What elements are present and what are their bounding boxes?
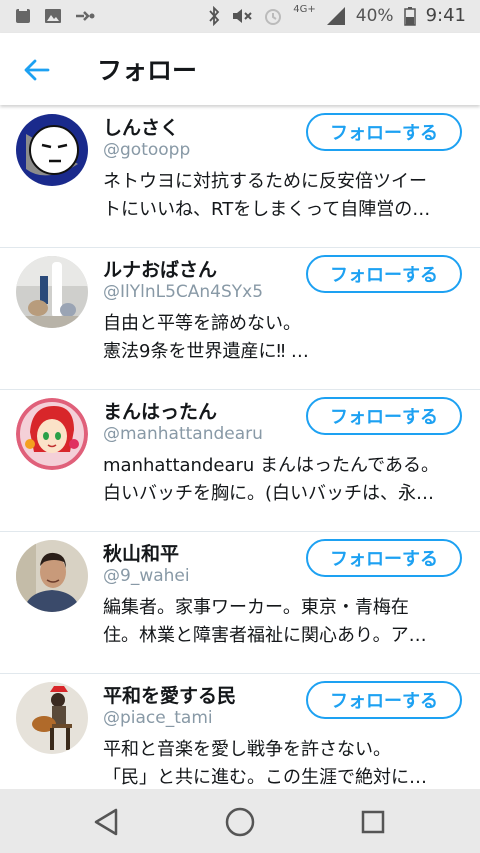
user-row[interactable]: まんはったん @manhattandearu manhattandearu まん… — [0, 390, 480, 532]
user-row[interactable]: ルナおばさん @IlYlnL5CAn4SYx5 自由と平等を諦めない。 憲法9条… — [0, 248, 480, 390]
user-handle: @manhattandearu — [103, 424, 263, 444]
notification-clipboard-icon — [16, 8, 30, 23]
bluetooth-icon — [209, 5, 220, 26]
clock: 9:41 — [425, 5, 466, 26]
follow-button[interactable]: フォローする — [306, 255, 462, 293]
follow-button[interactable]: フォローする — [306, 113, 462, 151]
user-row[interactable]: しんさく @gotoopp ネトウヨに対抗するために反安倍ツイー トにいいね、R… — [0, 106, 480, 248]
page-title: フォロー — [97, 56, 198, 85]
user-name: まんはったん — [103, 401, 218, 423]
avatar[interactable] — [16, 682, 88, 754]
bio-line: 白いバッチを胸に。(白いバッチは、永… — [103, 483, 435, 504]
user-bio: 自由と平等を諦めない。 憲法9条を世界遺産に‼ … — [103, 310, 463, 366]
notification-dots-icon — [76, 11, 95, 21]
battery-icon — [403, 6, 416, 26]
user-name: 秋山和平 — [103, 543, 180, 565]
follow-button[interactable]: フォローする — [306, 397, 462, 435]
avatar[interactable] — [16, 540, 88, 612]
notification-image-icon — [45, 9, 61, 23]
signal-icon — [326, 6, 345, 25]
nav-recents-icon[interactable] — [356, 805, 390, 839]
avatar[interactable] — [16, 398, 88, 470]
alarm-icon — [265, 8, 282, 25]
bio-line: 住。林業と障害者福祉に関心あり。ア… — [103, 625, 427, 646]
following-list: しんさく @gotoopp ネトウヨに対抗するために反安倍ツイー トにいいね、R… — [0, 106, 480, 789]
bio-line: 平和と音楽を愛し戦争を許さない。 — [103, 739, 391, 760]
bio-line: ネトウヨに対抗するために反安倍ツイー — [103, 171, 427, 192]
user-handle: @IlYlnL5CAn4SYx5 — [103, 282, 264, 302]
bio-line: 「民」と共に進む。この生涯で絶対に… — [103, 767, 427, 788]
follow-button[interactable]: フォローする — [306, 539, 462, 577]
user-bio: 編集者。家事ワーカー。東京・青梅在 住。林業と障害者福祉に関心あり。ア… — [103, 594, 463, 650]
user-row[interactable]: 平和を愛する民 @piace_tami 平和と音楽を愛し戦争を許さない。 「民」… — [0, 674, 480, 789]
user-name: しんさく — [103, 117, 180, 139]
network-type: 4G+ — [293, 4, 316, 15]
nav-back-icon[interactable] — [90, 805, 124, 839]
system-nav-bar — [0, 789, 480, 853]
user-name: ルナおばさん — [103, 259, 218, 281]
bio-line: 憲法9条を世界遺産に‼ … — [103, 341, 309, 362]
back-arrow-icon[interactable] — [22, 55, 52, 85]
user-row[interactable]: 秋山和平 @9_wahei 編集者。家事ワーカー。東京・青梅在 住。林業と障害者… — [0, 532, 480, 674]
user-bio: manhattandearu まんはったんである。 白いバッチを胸に。(白いバッ… — [103, 452, 463, 508]
user-name: 平和を愛する民 — [103, 685, 237, 707]
avatar[interactable] — [16, 114, 88, 186]
battery-percent: 40% — [355, 5, 394, 26]
app-bar: フォロー — [0, 33, 480, 105]
follow-button[interactable]: フォローする — [306, 681, 462, 719]
status-bar: 4G+ 40% 9:41 — [0, 0, 480, 33]
user-handle: @gotoopp — [103, 140, 191, 160]
bio-line: トにいいね、RTをしまくって自陣営の… — [103, 199, 431, 220]
bio-line: 編集者。家事ワーカー。東京・青梅在 — [103, 597, 409, 618]
bio-line: manhattandearu まんはったんである。 — [103, 455, 439, 476]
user-bio: ネトウヨに対抗するために反安倍ツイー トにいいね、RTをしまくって自陣営の… — [103, 168, 463, 224]
user-handle: @piace_tami — [103, 708, 213, 728]
avatar[interactable] — [16, 256, 88, 328]
user-bio: 平和と音楽を愛し戦争を許さない。 「民」と共に進む。この生涯で絶対に… — [103, 736, 463, 789]
nav-home-icon[interactable] — [223, 805, 257, 839]
user-handle: @9_wahei — [103, 566, 190, 586]
mute-icon — [233, 8, 252, 23]
bio-line: 自由と平等を諦めない。 — [103, 313, 301, 334]
